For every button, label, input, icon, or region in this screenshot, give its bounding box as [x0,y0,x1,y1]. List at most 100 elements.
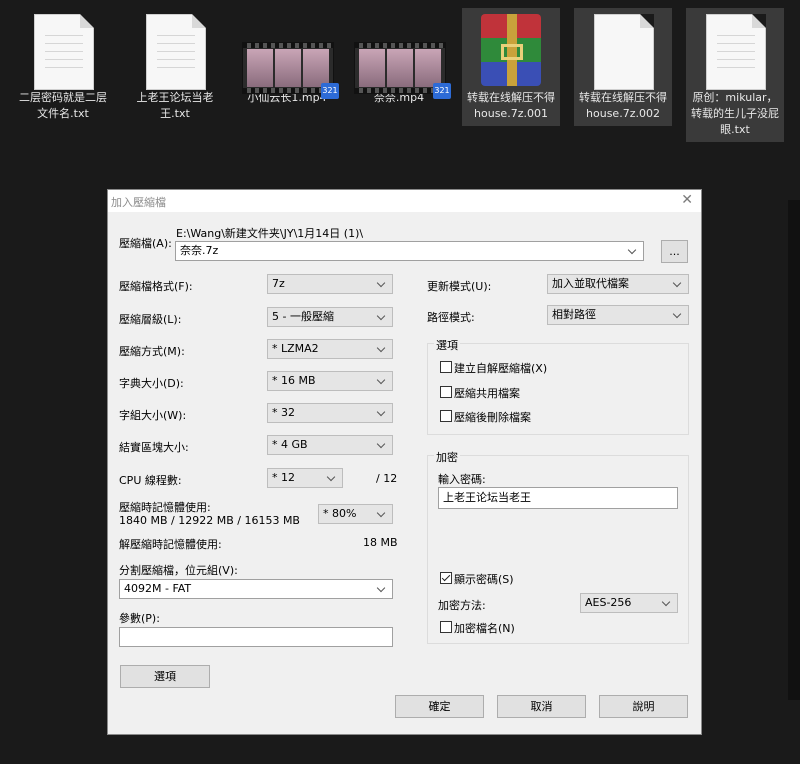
text-file-icon [126,8,224,90]
level-value: 5 - 一般壓縮 [272,310,334,323]
method-label: 壓縮方式(M): [119,345,185,358]
format-value: 7z [272,277,285,290]
show-password-checkbox[interactable] [440,572,452,584]
text-file-icon [14,8,112,90]
path-value: 相對路徑 [552,308,596,321]
chevron-down-icon [376,404,388,422]
cpu-value: * 12 [272,471,295,484]
shared-checkbox[interactable] [440,386,452,398]
mem-select[interactable]: * 80% [318,504,393,524]
params-input[interactable] [119,627,393,647]
method-select[interactable]: * LZMA2 [267,339,393,359]
shared-label[interactable]: 壓縮共用檔案 [454,385,520,401]
video-badge-icon: 321 [433,83,451,99]
split-label: 分割壓縮檔，位元組(V): [119,564,238,577]
archive-name-value: 奈奈.7z [180,244,219,257]
archive-path: E:\Wang\新建文件夹\JY\1月14日 (1)\ [176,227,364,240]
mem-detail: 1840 MB / 12922 MB / 16153 MB [119,514,300,527]
cpu-label: CPU 線程數: [119,474,182,487]
options-group-title: 選項 [434,337,460,353]
file-name: 原创：mikular，转载的生儿子没屁眼.txt [691,91,779,136]
word-label: 字組大小(W): [119,409,187,422]
update-select[interactable]: 加入並取代檔案 [547,274,689,294]
enc-method-value: AES-256 [585,596,632,609]
encrypt-names-label[interactable]: 加密檔名(N) [454,620,515,636]
file-item-txt-1[interactable]: 二层密码就是二层文件名.txt [14,8,112,126]
dialog-title: 加入壓縮檔 [111,196,166,209]
solid-value: * 4 GB [272,438,308,451]
sfx-checkbox[interactable] [440,361,452,373]
file-item-archive-part2[interactable]: 转载在线解压不得house.7z.002 [574,8,672,126]
file-item-txt-3[interactable]: 原创：mikular，转载的生儿子没屁眼.txt [686,8,784,142]
mem-label: 壓縮時記憶體使用: [119,501,211,514]
split-combo[interactable]: 4092M - FAT [119,579,393,599]
enc-method-select[interactable]: AES-256 [580,593,678,613]
dict-label: 字典大小(D): [119,377,184,390]
archive-label: 壓縮檔(A): [119,237,172,250]
add-to-archive-dialog: 加入壓縮檔 ✕ 壓縮檔(A): E:\Wang\新建文件夹\JY\1月14日 (… [107,189,702,735]
solid-select[interactable]: * 4 GB [267,435,393,455]
path-select[interactable]: 相對路徑 [547,305,689,325]
file-item-video-1[interactable]: 321 小仙云长1.mp4 [238,8,339,110]
chevron-down-icon[interactable] [627,242,639,260]
help-button[interactable]: 說明 [599,695,688,718]
dict-select[interactable]: * 16 MB [267,371,393,391]
enc-method-label: 加密方法: [438,599,486,612]
solid-label: 結實區塊大小: [119,441,189,454]
video-thumbnail: 321 [350,8,451,99]
options-button[interactable]: 選項 [120,665,210,688]
chevron-down-icon [376,275,388,293]
decomp-label: 解壓縮時記憶體使用: [119,538,222,551]
file-name: 转载在线解压不得house.7z.002 [579,91,667,120]
password-input[interactable]: 上老王论坛当老王 [438,487,678,509]
format-select[interactable]: 7z [267,274,393,294]
archive-name-combo[interactable]: 奈奈.7z [175,241,644,261]
mem-value: * 80% [323,507,357,520]
close-icon[interactable]: ✕ [681,192,693,208]
delete-label[interactable]: 壓縮後刪除檔案 [454,409,531,425]
decomp-value: 18 MB [363,536,398,549]
scrollbar[interactable] [788,200,800,700]
level-label: 壓縮層級(L): [119,313,182,326]
ok-button[interactable]: 確定 [395,695,484,718]
format-label: 壓縮檔格式(F): [119,280,193,293]
sfx-label[interactable]: 建立自解壓縮檔(X) [454,360,547,376]
path-label: 路徑模式: [427,311,475,324]
browse-button[interactable]: ... [661,240,688,263]
chevron-down-icon [376,340,388,358]
password-label: 輸入密碼: [438,473,486,486]
chevron-down-icon [376,308,388,326]
video-thumbnail: 321 [238,8,339,99]
chevron-down-icon [376,505,388,523]
file-name: 二层密码就是二层文件名.txt [19,91,107,120]
file-name: 转载在线解压不得house.7z.001 [467,91,555,120]
method-value: * LZMA2 [272,342,319,355]
update-label: 更新模式(U): [427,280,492,293]
chevron-down-icon[interactable] [376,580,388,598]
word-value: * 32 [272,406,295,419]
chevron-down-icon [672,306,684,324]
cancel-button[interactable]: 取消 [497,695,586,718]
file-name: 上老王论坛当老王.txt [136,91,214,120]
word-select[interactable]: * 32 [267,403,393,423]
encrypt-names-checkbox[interactable] [440,621,452,633]
chevron-down-icon [326,469,338,487]
file-item-txt-2[interactable]: 上老王论坛当老王.txt [126,8,224,126]
update-value: 加入並取代檔案 [552,277,629,290]
chevron-down-icon [661,594,673,612]
blank-file-icon [574,8,672,90]
winrar-archive-icon [462,8,560,90]
params-label: 參數(P): [119,612,160,625]
delete-checkbox[interactable] [440,410,452,422]
cpu-select[interactable]: * 12 [267,468,343,488]
split-value: 4092M - FAT [124,582,192,595]
chevron-down-icon [376,436,388,454]
file-item-archive[interactable]: 转载在线解压不得house.7z.001 [462,8,560,126]
dialog-titlebar[interactable]: 加入壓縮檔 ✕ [108,190,701,212]
dict-value: * 16 MB [272,374,316,387]
show-password-label[interactable]: 顯示密碼(S) [454,571,514,587]
cpu-total: / 12 [376,472,398,485]
chevron-down-icon [672,275,684,293]
level-select[interactable]: 5 - 一般壓縮 [267,307,393,327]
file-item-video-2[interactable]: 321 奈奈.mp4 [350,8,451,110]
